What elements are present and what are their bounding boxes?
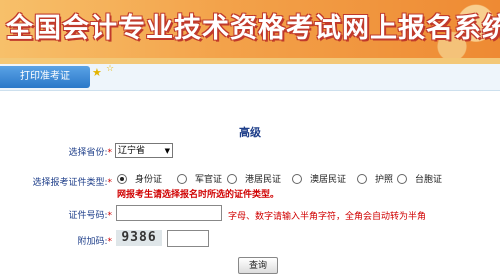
id-type-warning: 网报考生请选择报名时所选的证件类型。 xyxy=(117,190,280,200)
captcha-input[interactable] xyxy=(167,230,209,247)
radio-military-id[interactable]: 军官证 xyxy=(177,172,222,185)
radio-button[interactable] xyxy=(357,173,367,184)
province-select[interactable]: 辽宁省 ▼ xyxy=(115,143,173,158)
captcha-label: 附加码:* xyxy=(77,237,112,247)
radio-id-card[interactable]: 身份证 xyxy=(117,172,162,185)
radio-button[interactable] xyxy=(117,173,127,184)
system-title: 全国会计专业技术资格考试网上报名系统 xyxy=(6,13,500,44)
star-icon: ☆ xyxy=(106,64,115,74)
id-type-label: 选择报考证件类型:* xyxy=(32,178,112,188)
tab-print-admission[interactable]: 打印准考证 xyxy=(0,66,90,88)
radio-button[interactable] xyxy=(397,173,407,184)
id-type-radio-group: 身份证 军官证 港居民证 澳居民证 护照 台胞证 xyxy=(117,172,497,186)
radio-button[interactable] xyxy=(177,173,187,184)
radio-button[interactable] xyxy=(292,173,302,184)
id-number-input[interactable] xyxy=(116,205,222,221)
province-label: 选择省份:* xyxy=(68,148,112,158)
star-icon: ★ xyxy=(92,66,102,79)
radio-passport[interactable]: 护照 xyxy=(357,172,393,185)
radio-button[interactable] xyxy=(227,173,237,184)
section-title: 高级 xyxy=(239,126,261,139)
radio-taiwan-permit[interactable]: 台胞证 xyxy=(397,172,442,185)
radio-macau-resident[interactable]: 澳居民证 xyxy=(292,172,346,185)
chevron-down-icon: ▼ xyxy=(164,147,170,155)
id-number-hint: 字母、数字请输入半角字符，全角会自动转为半角 xyxy=(228,212,427,222)
header-banner: 全国会计专业技术资格考试网上报名系统 xyxy=(0,0,500,58)
captcha-image: 9386 xyxy=(116,230,162,246)
id-number-label: 证件号码:* xyxy=(68,211,112,221)
query-button[interactable]: 查询 xyxy=(238,257,278,274)
radio-hk-resident[interactable]: 港居民证 xyxy=(227,172,281,185)
